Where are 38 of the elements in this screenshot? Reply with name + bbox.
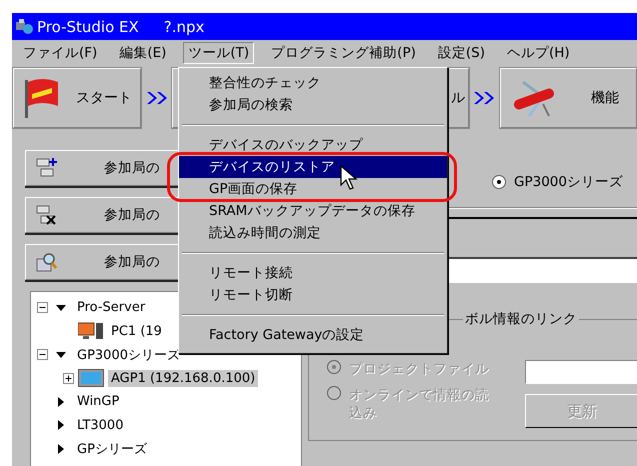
menu-item[interactable]: デバイスのリストア xyxy=(179,156,447,178)
menu-item[interactable]: ファイル(F) xyxy=(18,42,102,64)
menu-item[interactable]: Factory Gatewayの設定 xyxy=(179,324,447,346)
menu-item[interactable]: 編集(E) xyxy=(114,42,172,64)
search-icon xyxy=(36,251,58,273)
menu-item[interactable]: 整合性のチェック xyxy=(179,72,447,94)
radio-label: GP3000シリーズ xyxy=(514,173,623,191)
tree-item[interactable]: LT3000 xyxy=(74,416,126,434)
tree-item[interactable]: PC1 (19 xyxy=(108,322,165,340)
menu-item[interactable]: ツール(T) xyxy=(183,42,254,64)
tree-item[interactable]: Pro-Server xyxy=(74,299,148,316)
menu-item[interactable]: 設定(S) xyxy=(432,42,490,64)
menu-item[interactable]: プログラミング補助(P) xyxy=(266,42,421,64)
input-field[interactable] xyxy=(446,257,637,283)
tree-item[interactable]: AGP1 (192.168.0.100) xyxy=(108,370,258,387)
delete-station-icon xyxy=(36,204,58,226)
menu-item[interactable]: 参加局の検索 xyxy=(179,94,447,116)
radio-label: オンラインで情報の読込み xyxy=(349,386,490,422)
input-field[interactable] xyxy=(525,360,637,384)
computer-icon xyxy=(78,322,104,340)
expander-icon[interactable] xyxy=(63,372,74,384)
radio-button[interactable] xyxy=(492,175,506,189)
file-name: ?.npx xyxy=(164,18,204,36)
menu-item[interactable]: ヘルプ(H) xyxy=(502,42,575,64)
expander-icon[interactable] xyxy=(37,302,48,314)
expander-icon[interactable] xyxy=(37,349,48,360)
app-icon xyxy=(14,18,34,36)
toolbar-button[interactable]: スタート xyxy=(13,68,141,128)
radio-label: プロジェクトファイル xyxy=(349,360,490,378)
add-station-icon xyxy=(36,157,58,179)
tree-item[interactable]: GPシリーズ xyxy=(74,438,150,459)
cursor-icon xyxy=(340,165,358,191)
menu-item[interactable]: リモート切断 xyxy=(179,284,447,306)
tree-item[interactable]: WinGP xyxy=(74,393,122,410)
window-title: Pro-Studio EX xyxy=(37,18,139,36)
display-icon xyxy=(78,369,104,388)
toolbar-button[interactable]: 機能 xyxy=(500,68,637,128)
group-title: ボル情報のリンク xyxy=(463,310,579,328)
